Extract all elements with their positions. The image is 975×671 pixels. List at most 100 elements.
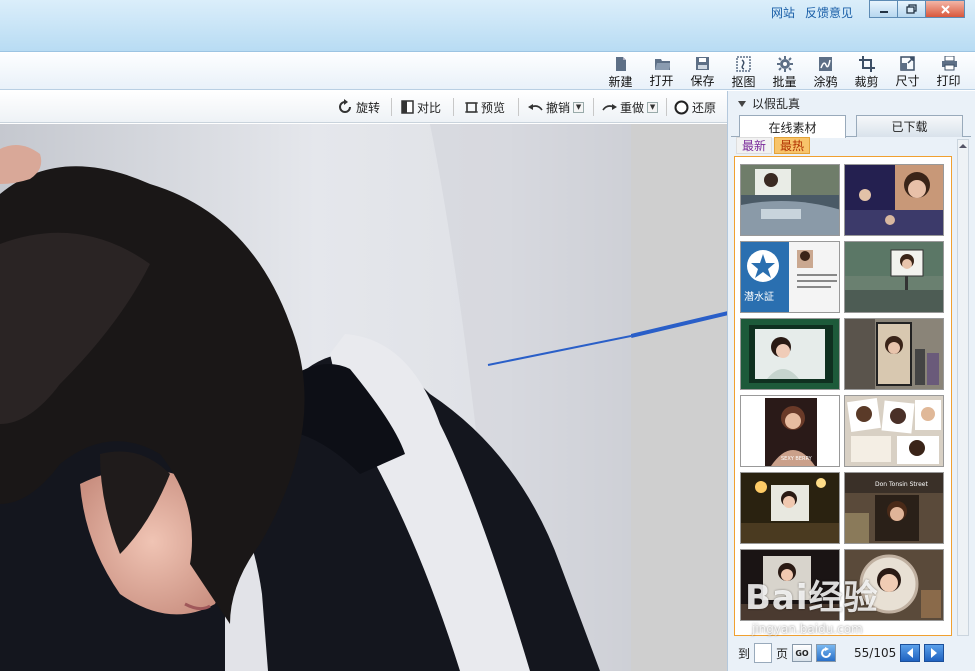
doodle-label: 涂鸦 xyxy=(813,75,838,89)
thumb-street-sign[interactable]: Don Tonsin Street xyxy=(844,472,944,544)
minimize-button[interactable] xyxy=(869,0,898,18)
main-toolbar: 新建 打开 保存 抠图 批量 涂鸦 裁剪 尺寸 打印 xyxy=(0,53,975,90)
undo-label: 撤销 xyxy=(546,100,571,115)
page-number-input[interactable] xyxy=(754,643,773,663)
doodle-button[interactable]: 涂鸦 xyxy=(805,55,846,89)
crop-button[interactable]: 裁剪 xyxy=(846,55,887,89)
title-bar: 网站 反馈意见 xyxy=(0,0,975,52)
prev-page-button[interactable] xyxy=(900,644,921,662)
panel-title[interactable]: 以假乱真 xyxy=(738,95,800,112)
compare-button[interactable]: 对比 xyxy=(401,96,441,118)
thumb-green-frame-image xyxy=(741,319,839,389)
edit-toolbar: 旋转 对比 预览 撤销 ▼ 重做 ▼ 还原 xyxy=(0,91,727,123)
crop-label: 裁剪 xyxy=(854,75,879,89)
main-photo xyxy=(0,124,631,671)
thumb-magazine-text: SEXY BERRY xyxy=(781,456,813,462)
rotate-button[interactable]: 旋转 xyxy=(337,96,380,118)
printer-icon xyxy=(941,56,957,71)
go-label: GO xyxy=(795,648,809,658)
close-button[interactable] xyxy=(925,0,965,18)
new-file-icon xyxy=(615,57,626,71)
watermark-url: jingyan.baidu.com xyxy=(752,622,863,636)
preview-button[interactable]: 预览 xyxy=(465,96,505,118)
tab-hottest[interactable]: 最热 xyxy=(774,137,811,154)
thumb-night-city[interactable] xyxy=(740,472,840,544)
undo-button[interactable]: 撤销 ▼ xyxy=(528,96,585,118)
thumb-id-card-text: 潜水証 xyxy=(744,290,774,303)
redo-icon xyxy=(602,104,617,111)
canvas-area[interactable] xyxy=(0,124,871,671)
website-link[interactable]: 网站 xyxy=(771,4,795,21)
undo-icon xyxy=(528,104,543,111)
gallery-scrollbar[interactable] xyxy=(957,139,969,636)
undo-dropdown-icon[interactable]: ▼ xyxy=(573,101,585,113)
cutout-button[interactable]: 抠图 xyxy=(723,55,764,89)
print-button[interactable]: 打印 xyxy=(928,55,969,88)
thumb-collage-image xyxy=(845,396,943,466)
restore-edit-button[interactable]: 还原 xyxy=(674,96,716,118)
thumb-night-city-image xyxy=(741,473,839,543)
tab-online-materials[interactable]: 在线素材 xyxy=(739,115,846,138)
restore-button[interactable] xyxy=(897,0,926,18)
thumb-bus-stop-ad[interactable] xyxy=(844,318,944,390)
go-button[interactable]: GO xyxy=(792,644,813,662)
separator xyxy=(593,98,594,116)
tab-newest[interactable]: 最新 xyxy=(736,137,773,154)
refresh-button[interactable] xyxy=(816,644,837,662)
next-page-button[interactable] xyxy=(924,644,945,662)
new-button[interactable]: 新建 xyxy=(600,55,641,89)
thumb-concert-crowd[interactable] xyxy=(844,164,944,236)
thumb-id-card-image: 潜水証 xyxy=(741,242,839,312)
scroll-up-arrow-icon[interactable] xyxy=(958,142,968,150)
preview-label: 预览 xyxy=(481,100,506,115)
restore-icon xyxy=(906,4,917,14)
resize-icon xyxy=(900,56,915,71)
separator xyxy=(666,98,667,116)
baidu-watermark: Bai经验 xyxy=(745,570,879,619)
thumb-photo-collage[interactable] xyxy=(844,395,944,467)
tab-downloaded[interactable]: 已下载 xyxy=(856,115,963,137)
thumb-billboard-field[interactable] xyxy=(844,241,944,313)
hottest-label: 最热 xyxy=(780,139,805,153)
thumb-stadium-screen[interactable] xyxy=(740,164,840,236)
thumb-billboard-image xyxy=(845,242,943,312)
pager-page-label: 页 xyxy=(776,646,789,661)
portrait-illustration xyxy=(0,124,631,671)
thumb-magazine-image: SEXY BERRY xyxy=(741,396,839,466)
prev-arrow-icon xyxy=(907,648,914,658)
refresh-icon xyxy=(821,647,832,658)
window-controls xyxy=(869,0,965,18)
panel-title-text: 以假乱真 xyxy=(752,97,801,111)
batch-label: 批量 xyxy=(772,75,797,89)
open-button[interactable]: 打开 xyxy=(641,55,682,88)
folder-open-icon xyxy=(654,59,670,70)
page-count: 55/105 xyxy=(854,646,897,660)
crop-icon xyxy=(858,56,875,72)
panel-tabs: 在线素材 已下载 xyxy=(731,115,971,138)
separator xyxy=(391,98,392,116)
redo-label: 重做 xyxy=(620,100,645,115)
resize-button[interactable]: 尺寸 xyxy=(887,55,928,88)
close-icon xyxy=(940,4,950,14)
feedback-link[interactable]: 反馈意见 xyxy=(805,4,853,21)
collapse-arrow-icon xyxy=(738,100,746,107)
save-button[interactable]: 保存 xyxy=(682,55,723,88)
cutout-label: 抠图 xyxy=(731,75,756,89)
separator xyxy=(453,98,454,116)
newest-label: 最新 xyxy=(742,139,767,153)
thumb-green-frame[interactable] xyxy=(740,318,840,390)
pager-to-label: 到 xyxy=(738,646,751,661)
restore-circle-icon xyxy=(674,100,689,114)
redo-button[interactable]: 重做 ▼ xyxy=(602,96,659,118)
pagination: 到 页 GO 55/105 xyxy=(738,643,968,663)
redo-dropdown-icon[interactable]: ▼ xyxy=(647,101,659,113)
batch-button[interactable]: 批量 xyxy=(764,55,805,89)
thumb-concert-image xyxy=(845,165,943,235)
sort-tabs: 最新 最热 xyxy=(736,137,811,154)
thumb-magazine-cover[interactable]: SEXY BERRY xyxy=(740,395,840,467)
restore-label: 还原 xyxy=(692,100,717,115)
separator xyxy=(518,98,519,116)
save-label: 保存 xyxy=(690,74,715,88)
thumb-street-sign-image: Don Tonsin Street xyxy=(845,473,943,543)
thumb-diver-id-card[interactable]: 潜水証 xyxy=(740,241,840,313)
